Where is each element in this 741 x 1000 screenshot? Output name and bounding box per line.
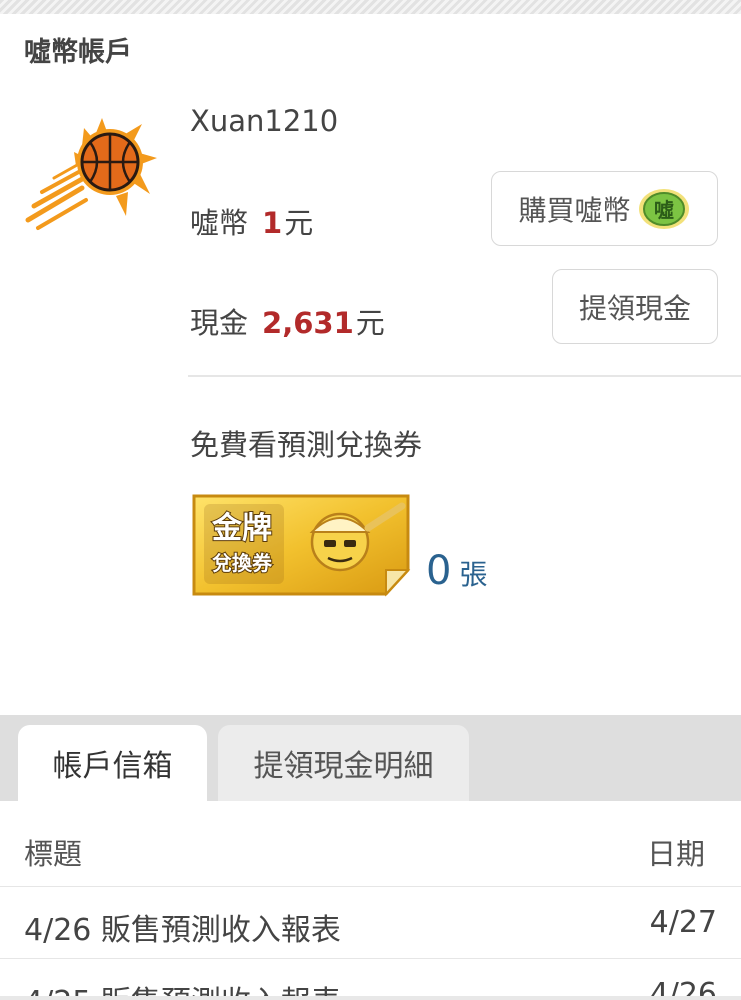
cash-balance: 現金 2,631元 [190, 300, 385, 342]
gold-voucher-ticket-icon: 金牌 兌換券 [190, 490, 415, 598]
basketball-sun-logo-icon [25, 118, 157, 230]
coin-balance-amount: 1 [262, 206, 283, 240]
page-title: 噓幣帳戶 [24, 37, 132, 68]
column-header-title: 標題 [24, 837, 83, 871]
voucher-image-text-1: 金牌 [211, 511, 272, 546]
tab-account-inbox[interactable]: 帳戶信箱 [18, 725, 207, 801]
voucher-image-text-2: 兌換券 [212, 551, 273, 575]
coin-balance: 噓幣 1元 [190, 200, 313, 242]
avatar [24, 108, 164, 233]
voucher-title: 免費看預測兌換券 [190, 428, 423, 462]
cash-balance-label: 現金 [190, 306, 249, 340]
row-title: 4/26 販售預測收入報表 [24, 913, 341, 948]
column-header-date: 日期 [646, 837, 705, 871]
tab-withdrawal-details[interactable]: 提領現金明細 [218, 725, 469, 801]
voucher-count: 0張 [426, 548, 487, 594]
username: Xuan1210 [190, 104, 339, 138]
table-header: 標題 日期 [0, 801, 741, 887]
coin-icon-text: 噓 [654, 198, 674, 222]
top-edge-strip [0, 0, 741, 14]
coin-icon: 噓 [638, 188, 689, 229]
buy-coins-button[interactable]: 購買噓幣 噓 [491, 171, 718, 246]
table-row[interactable]: 4/25 販售預測收入報表 4/26 [0, 959, 741, 1000]
table-row[interactable]: 4/26 販售預測收入報表 4/27 [0, 887, 741, 959]
voucher-count-unit: 張 [459, 558, 488, 591]
withdraw-cash-button[interactable]: 提領現金 [552, 269, 718, 344]
coin-balance-unit: 元 [284, 206, 314, 240]
cash-balance-unit: 元 [355, 306, 385, 340]
buy-coins-label: 購買噓幣 [518, 193, 631, 227]
section-divider [188, 375, 741, 377]
row-date: 4/27 [649, 905, 717, 940]
cash-balance-amount: 2,631 [262, 306, 354, 340]
bottom-edge-strip [0, 996, 741, 1000]
voucher-count-number: 0 [426, 548, 452, 594]
coin-balance-label: 噓幣 [190, 206, 249, 240]
